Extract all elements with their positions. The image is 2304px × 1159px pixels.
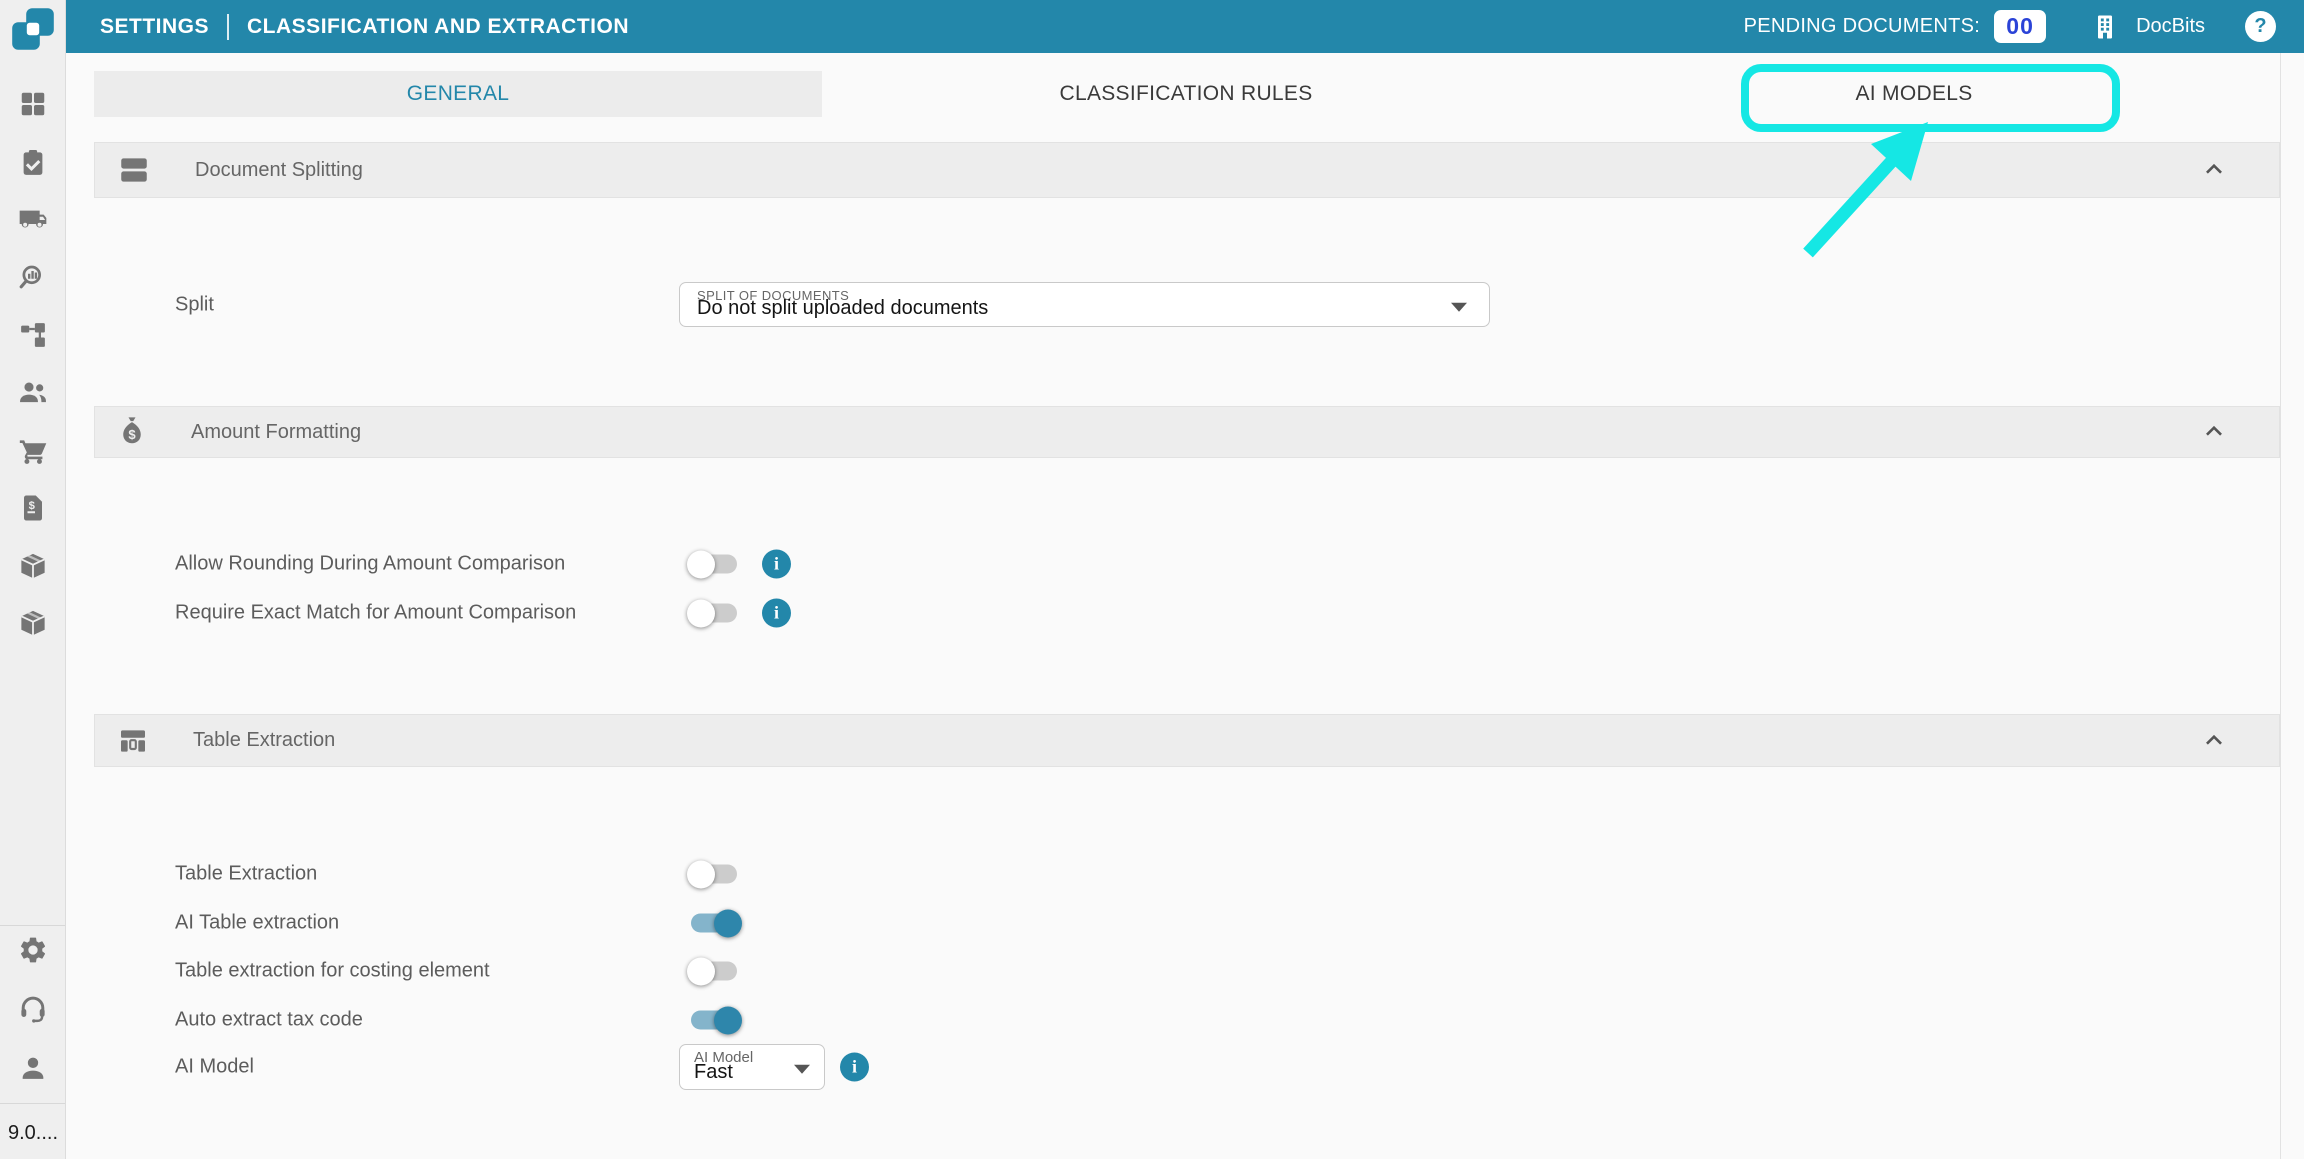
tab-ai-models[interactable]: AI MODELS	[1550, 71, 2278, 117]
chevron-down-icon	[1451, 302, 1467, 311]
info-icon[interactable]	[762, 599, 791, 628]
require-exact-match-toggle[interactable]	[691, 604, 737, 623]
svg-text:$: $	[128, 427, 136, 442]
users-icon[interactable]	[17, 376, 49, 408]
toggle-knob	[714, 909, 742, 937]
docbits-logo-icon[interactable]	[9, 5, 57, 53]
dropdown-selected-value: Fast	[694, 1061, 733, 1084]
toggle-knob	[687, 957, 715, 985]
package-box-icon[interactable]	[18, 608, 49, 639]
invoice-document-icon[interactable]: $	[18, 493, 48, 523]
section-header-table-extraction[interactable]: Table Extraction	[94, 714, 2280, 767]
costing-element-toggle[interactable]	[691, 962, 737, 981]
collapse-chevron-icon[interactable]	[2201, 419, 2227, 445]
setting-row: Table Extraction	[94, 850, 2278, 898]
table-icon	[117, 725, 149, 757]
toggle-knob	[687, 860, 715, 888]
info-icon[interactable]	[762, 550, 791, 579]
ai-model-row: AI Model AI Model Fast	[94, 1044, 2278, 1090]
page-title: CLASSIFICATION AND EXTRACTION	[247, 15, 629, 39]
settings-tab-bar: GENERAL CLASSIFICATION RULES AI MODELS	[94, 71, 2278, 117]
setting-row: Allow Rounding During Amount Comparison	[94, 540, 2278, 588]
setting-row: Table extraction for costing element	[94, 947, 2278, 995]
app-root: $ 9.0.... SETTINGS CLASSIFICATION AND EX…	[0, 0, 2304, 1159]
tab-general[interactable]: GENERAL	[94, 71, 822, 117]
brand-name: DocBits	[2136, 15, 2205, 38]
workflow-tree-icon[interactable]	[18, 320, 48, 350]
toggle-knob	[687, 550, 715, 578]
setting-label: Require Exact Match for Amount Compariso…	[175, 602, 576, 625]
search-analytics-icon[interactable]	[18, 263, 48, 293]
collapse-chevron-icon[interactable]	[2201, 728, 2227, 754]
collapse-chevron-icon[interactable]	[2201, 157, 2227, 183]
money-bag-icon: $	[117, 415, 147, 449]
breadcrumb-settings: SETTINGS	[100, 15, 209, 39]
breadcrumb-divider	[227, 14, 229, 40]
auto-extract-tax-code-toggle[interactable]	[691, 1011, 737, 1030]
setting-label: Allow Rounding During Amount Comparison	[175, 553, 565, 576]
chevron-down-icon	[794, 1065, 810, 1074]
section-title: Document Splitting	[195, 159, 363, 182]
pending-documents-count: 00	[1994, 10, 2046, 43]
setting-label: Table extraction for costing element	[175, 960, 490, 983]
toggle-knob	[714, 1006, 742, 1034]
pending-documents-label: PENDING DOCUMENTS:	[1744, 15, 1981, 38]
tab-classification-rules[interactable]: CLASSIFICATION RULES	[822, 71, 1550, 117]
ai-model-dropdown[interactable]: AI Model Fast	[679, 1044, 825, 1090]
section-header-amount-formatting[interactable]: $ Amount Formatting	[94, 406, 2280, 458]
content-right-edge	[2280, 53, 2281, 1159]
shopping-cart-icon[interactable]	[18, 436, 49, 467]
support-headset-icon[interactable]	[18, 994, 49, 1025]
ai-model-label: AI Model	[175, 1056, 254, 1079]
sidebar-divider	[0, 1103, 65, 1104]
setting-label: AI Table extraction	[175, 912, 339, 935]
profile-person-icon[interactable]	[18, 1053, 49, 1084]
setting-row: AI Table extraction	[94, 899, 2278, 947]
setting-row: Auto extract tax code	[94, 996, 2278, 1044]
sidebar-divider	[0, 925, 65, 926]
organization-building-icon[interactable]	[2090, 12, 2120, 42]
ai-table-extraction-toggle[interactable]	[691, 914, 737, 933]
allow-rounding-toggle[interactable]	[691, 555, 737, 574]
settings-gear-icon[interactable]	[18, 935, 49, 966]
split-setting-row: Split SPLIT OF DOCUMENTS Do not split up…	[94, 282, 2278, 327]
validation-clipboard-icon[interactable]	[18, 148, 48, 178]
topbar: SETTINGS CLASSIFICATION AND EXTRACTION P…	[66, 0, 2304, 53]
package-box-icon[interactable]	[18, 551, 49, 582]
section-header-document-splitting[interactable]: Document Splitting	[94, 142, 2280, 198]
info-icon[interactable]	[840, 1053, 869, 1082]
sidebar: $ 9.0....	[0, 0, 66, 1159]
dropdown-selected-value: Do not split uploaded documents	[697, 297, 988, 320]
split-of-documents-dropdown[interactable]: SPLIT OF DOCUMENTS Do not split uploaded…	[679, 282, 1490, 327]
table-extraction-toggle[interactable]	[691, 865, 737, 884]
help-icon[interactable]: ?	[2245, 11, 2276, 42]
dashboard-grid-icon[interactable]	[18, 89, 48, 119]
split-label: Split	[175, 293, 214, 316]
app-version: 9.0....	[8, 1122, 58, 1145]
section-title: Table Extraction	[193, 729, 335, 752]
document-splitting-icon	[117, 153, 151, 187]
svg-text:$: $	[29, 500, 36, 512]
setting-row: Require Exact Match for Amount Compariso…	[94, 589, 2278, 637]
setting-label: Table Extraction	[175, 863, 317, 886]
section-title: Amount Formatting	[191, 421, 361, 444]
shipping-truck-icon[interactable]	[17, 204, 49, 236]
setting-label: Auto extract tax code	[175, 1009, 363, 1032]
toggle-knob	[687, 599, 715, 627]
